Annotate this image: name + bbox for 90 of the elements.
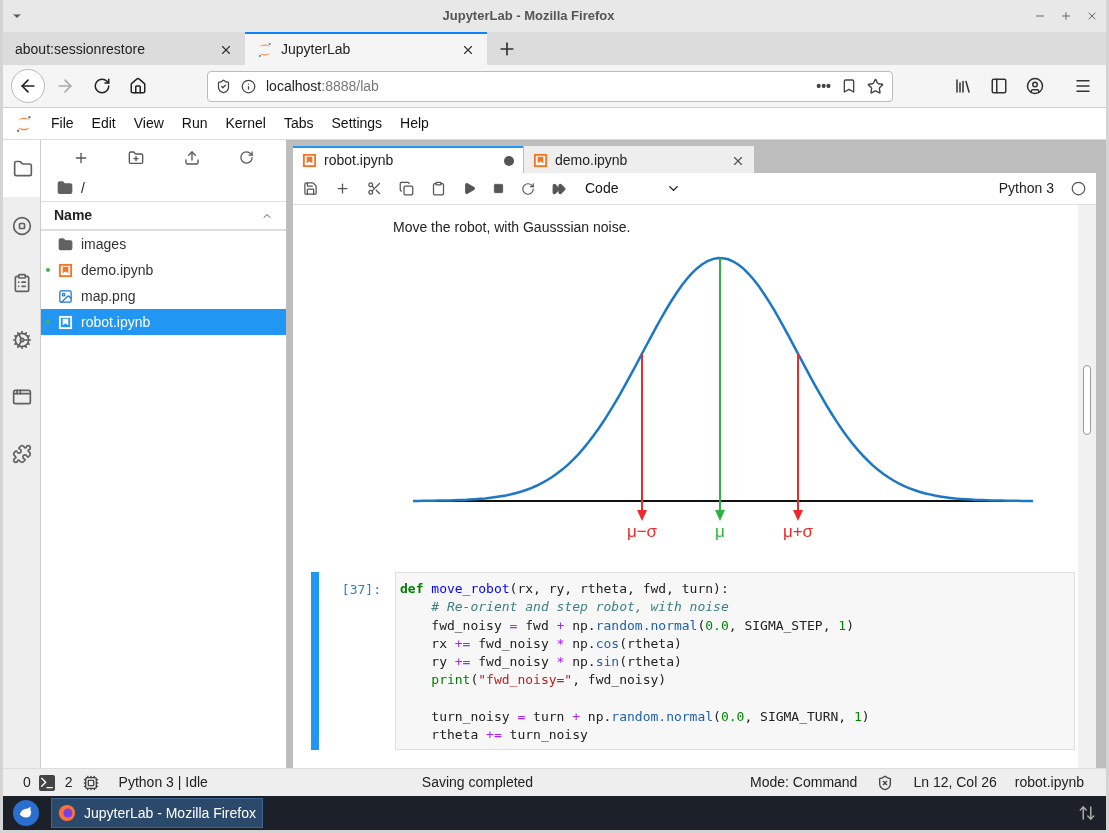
run-icon[interactable] [463, 182, 476, 195]
cell-type-dropdown[interactable]: Code [585, 178, 681, 199]
stop-icon[interactable] [493, 183, 504, 194]
plot-label: μ [715, 522, 725, 542]
kernel-count[interactable]: 2 [64, 772, 73, 793]
kernel-status[interactable]: Python 3 | Idle [118, 772, 208, 793]
start-menu-icon[interactable] [13, 800, 39, 826]
menu-item[interactable]: File [51, 113, 74, 134]
code-line: def move_robot(rx, ry, rtheta, fwd, turn): [400, 580, 730, 598]
status-message: Saving completed [421, 773, 534, 792]
copy-icon[interactable] [399, 181, 414, 196]
menu-item[interactable]: Kernel [225, 113, 266, 134]
code-editor[interactable] [395, 572, 1075, 750]
code-line: print("fwd_noisy=", fwd_noisy) [430, 671, 668, 690]
menu-item[interactable]: View [133, 113, 164, 134]
browser-logo-icon [58, 804, 76, 822]
code-line: fwd_noisy = fwd + np.random.normal(0.0, SIGMA_STEP, 1) [430, 616, 855, 635]
puzzle-icon [11, 443, 32, 464]
editor-mode[interactable]: Mode: Command [750, 772, 858, 793]
terminal-icon[interactable] [38, 774, 55, 791]
notebook-icon [533, 153, 548, 168]
notebook-icon [58, 262, 73, 278]
refresh-icon[interactable] [239, 150, 255, 165]
notebook-icon [302, 153, 317, 168]
stop-circle-icon [11, 215, 32, 236]
save-icon[interactable] [303, 181, 318, 196]
cut-icon[interactable] [367, 181, 382, 196]
network-icon[interactable] [1078, 804, 1096, 822]
code-line: # Re-orient and step robot, with noise [430, 598, 730, 617]
upload-icon[interactable] [183, 149, 200, 166]
browser-tab[interactable]: JupyterLab [245, 32, 487, 65]
menu-item[interactable]: Tabs [283, 113, 314, 134]
markdown-text: Move the robot, with Gausssian noise. [393, 218, 632, 237]
shield-icon[interactable] [877, 774, 894, 791]
terminal-count[interactable]: 0 [23, 772, 31, 793]
scrollbar-thumb[interactable] [1083, 365, 1091, 435]
image-file-icon [58, 288, 73, 304]
account-icon[interactable] [1026, 77, 1044, 95]
back-button[interactable] [11, 69, 45, 103]
insert-cell-icon[interactable] [335, 181, 350, 196]
home-icon[interactable] [129, 77, 147, 95]
folder-icon [12, 158, 33, 179]
taskbar-button[interactable]: JupyterLab - Mozilla Firefox [51, 798, 263, 828]
jupyter-logo-icon [257, 41, 273, 58]
jupyter-logo-icon [15, 114, 33, 133]
menu-item[interactable]: Edit [91, 113, 116, 134]
menu-item[interactable]: Settings [331, 113, 383, 134]
tab-label: about:sessionrestore [15, 40, 146, 59]
cell-prompt: [37]: [340, 581, 382, 599]
notebook-tab[interactable]: demo.ipynb [524, 146, 754, 173]
run-all-icon[interactable] [552, 181, 566, 196]
notebook-icon [58, 314, 73, 330]
menu-item[interactable]: Help [400, 113, 429, 134]
restart-icon[interactable] [521, 181, 535, 196]
current-file: robot.ipynb [1014, 773, 1084, 792]
maximize-icon[interactable] [1060, 10, 1072, 22]
code-line: ry += fwd_noisy * np.sin(rtheta) [430, 653, 683, 672]
library-icon[interactable] [954, 77, 972, 95]
listing-row[interactable]: demo.ipynb [41, 257, 286, 283]
folder-icon[interactable] [57, 180, 73, 196]
pocket-icon[interactable] [841, 78, 857, 94]
info-icon[interactable] [241, 78, 256, 94]
kernel-name[interactable]: Python 3 [998, 178, 1054, 199]
gears-icon [11, 329, 32, 350]
kernel-icon[interactable] [82, 774, 99, 791]
notebook-tab[interactable]: robot.ipynb [293, 146, 523, 173]
url-text: localhost:8888/lab [266, 76, 380, 96]
shield-icon[interactable] [216, 78, 231, 94]
window-title: JupyterLab - Mozilla Firefox [441, 7, 616, 26]
new-folder-icon[interactable] [128, 149, 145, 166]
column-header[interactable]: Name [41, 202, 286, 231]
tab-label: JupyterLab [281, 40, 352, 59]
cursor-position[interactable]: Ln 12, Col 26 [913, 772, 997, 793]
reload-icon[interactable] [93, 77, 111, 95]
paste-icon[interactable] [431, 181, 446, 196]
menu-item[interactable]: Run [181, 113, 208, 134]
code-line: rtheta += turn_noisy [430, 726, 589, 745]
plot-label: μ−σ [626, 522, 658, 542]
address-field[interactable]: localhost:8888/lab ••• [207, 70, 893, 102]
star-icon[interactable] [867, 77, 884, 95]
sidebar-icon[interactable] [990, 77, 1008, 95]
plot-label: μ+σ [782, 522, 814, 542]
page-actions-menu[interactable]: ••• [816, 75, 831, 97]
menu-icon[interactable] [1074, 77, 1092, 95]
listing-row[interactable]: images [41, 231, 286, 257]
code-line: turn_noisy = turn + np.random.normal(0.0, SIGMA_TURN, 1) [430, 708, 871, 727]
listing-row[interactable]: map.png [41, 283, 286, 309]
code-line: rx += fwd_noisy * np.cos(rtheta) [430, 634, 683, 653]
breadcrumb-path[interactable]: / [81, 177, 85, 199]
folder-icon [58, 236, 73, 252]
